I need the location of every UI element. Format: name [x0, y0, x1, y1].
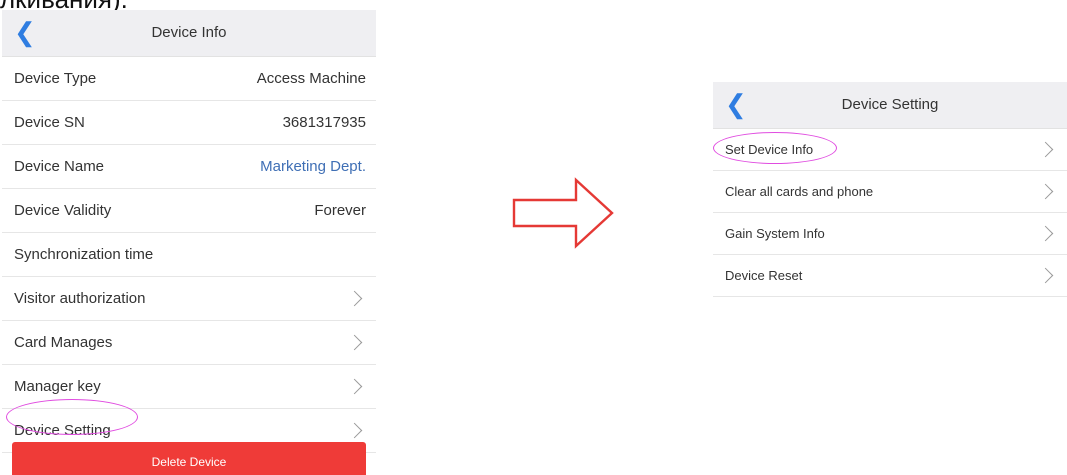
chevron-right-icon — [346, 334, 363, 351]
visitor-authorization-row[interactable]: Visitor authorization — [2, 277, 376, 321]
page-title: Device Setting — [841, 96, 939, 113]
chevron-right-icon — [1037, 183, 1054, 200]
device-name-label: Device Name — [14, 158, 105, 175]
device-type-row: Device Type Access Machine — [2, 57, 376, 101]
set-device-info-label: Set Device Info — [725, 142, 814, 157]
chevron-right-icon — [1037, 267, 1054, 284]
chevron-right-icon — [346, 290, 363, 307]
device-setting-screen: ❮ Device Setting Set Device Info Clear a… — [713, 82, 1067, 300]
device-validity-row: Device Validity Forever — [2, 189, 376, 233]
chevron-right-icon — [1037, 225, 1054, 242]
device-validity-label: Device Validity — [14, 202, 112, 219]
set-device-info-row[interactable]: Set Device Info — [713, 129, 1067, 171]
manager-key-label: Manager key — [14, 378, 101, 395]
device-type-value: Access Machine — [256, 70, 366, 87]
device-name-row[interactable]: Device Name Marketing Dept. — [2, 145, 376, 189]
gain-system-info-row[interactable]: Gain System Info — [713, 213, 1067, 255]
synchronization-time-label: Synchronization time — [14, 246, 154, 263]
delete-device-button[interactable]: Delete Device — [12, 442, 366, 475]
synchronization-time-row[interactable]: Synchronization time — [2, 233, 376, 277]
chevron-right-icon — [346, 422, 363, 439]
device-sn-value: 3681317935 — [282, 114, 366, 131]
device-setting-label: Device Setting — [14, 422, 111, 439]
chevron-right-icon — [1037, 141, 1054, 158]
chevron-right-icon — [346, 378, 363, 395]
manager-key-row[interactable]: Manager key — [2, 365, 376, 409]
device-info-header: ❮ Device Info — [2, 10, 376, 57]
device-setting-header: ❮ Device Setting — [713, 82, 1067, 129]
device-reset-label: Device Reset — [725, 268, 803, 283]
device-reset-row[interactable]: Device Reset — [713, 255, 1067, 297]
device-sn-row: Device SN 3681317935 — [2, 101, 376, 145]
clear-cards-phone-label: Clear all cards and phone — [725, 184, 874, 199]
page-title: Device Info — [151, 24, 227, 41]
visitor-authorization-label: Visitor authorization — [14, 290, 146, 307]
gain-system-info-label: Gain System Info — [725, 226, 825, 241]
card-manages-row[interactable]: Card Manages — [2, 321, 376, 365]
arrow-right-icon — [512, 177, 614, 249]
device-info-screen: ❮ Device Info Device Type Access Machine… — [2, 10, 376, 475]
device-name-value[interactable]: Marketing Dept. — [260, 158, 366, 175]
clear-cards-phone-row[interactable]: Clear all cards and phone — [713, 171, 1067, 213]
device-sn-label: Device SN — [14, 114, 85, 131]
device-type-label: Device Type — [14, 70, 97, 87]
card-manages-label: Card Manages — [14, 334, 113, 351]
device-validity-value: Forever — [314, 202, 366, 219]
